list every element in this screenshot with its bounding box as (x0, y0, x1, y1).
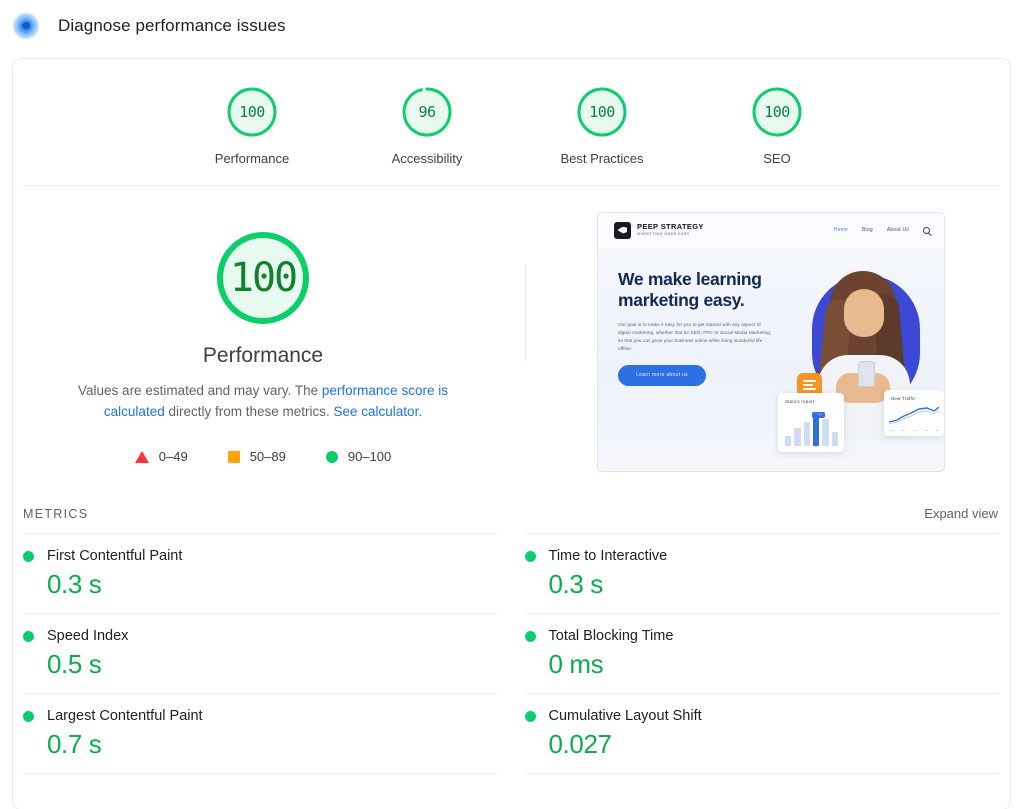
status-dot-good-icon (524, 710, 536, 722)
metric-value: 0.7 s (47, 729, 102, 759)
legend-label-good: 90–100 (347, 449, 392, 465)
gauge-label-performance: Performance (214, 151, 290, 166)
gauge-ring-seo: 100 (749, 84, 805, 140)
performance-score-value: 100 (229, 255, 298, 301)
pagespeed-insights-icon (13, 13, 39, 39)
category-gauge-best-practices[interactable]: 100 Best Practices (546, 84, 658, 166)
status-dot-good-icon (23, 550, 34, 562)
legend-label-average: 50–89 (249, 449, 286, 465)
metric-row-first-contentful-paint[interactable]: First Contentful Paint 0.3 s (23, 533, 497, 613)
performance-summary-left: 100 Performance Values are estimated and… (13, 212, 513, 472)
report-card: 100 Performance 96 Accessibility 100 Bes… (12, 58, 1011, 809)
thumbnail-body-line4: offline. (618, 345, 633, 351)
metrics-grid: First Contentful Paint 0.3 s Speed Index… (13, 533, 1010, 774)
metric-value: 0.5 s (47, 649, 102, 679)
thumbnail-body-line2: digital marketing, whether that be SEO, … (618, 329, 772, 335)
thumbnail-brand-tagline: MARKETING MADE EASY (637, 231, 690, 236)
thumbnail-nav-blog: Blog (862, 227, 873, 233)
page-screenshot-thumbnail: PEEP STRATEGY MARKETING MADE EASY Home B… (597, 212, 945, 472)
category-score-strip: 100 Performance 96 Accessibility 100 Bes… (13, 59, 1010, 166)
score-legend: 0–49 50–89 90–100 (13, 449, 513, 464)
gauge-score-best-practices: 100 (589, 103, 615, 121)
thumbnail-hero: We make learning marketing easy. Our goa… (598, 247, 944, 471)
category-gauge-performance[interactable]: 100 Performance (196, 84, 308, 166)
thumbnail-brand: PEEP STRATEGY MARKETING MADE EASY (614, 221, 704, 239)
search-icon (923, 226, 930, 234)
metrics-column-right: Time to Interactive 0.3 s Total Blocking… (524, 533, 998, 774)
metric-name: Speed Index (47, 628, 129, 644)
thumbnail-brand-name: PEEP STRATEGY (637, 222, 704, 232)
thumbnail-body-line1: Our goal is to make it easy for you to g… (618, 321, 761, 327)
status-dot-good-icon (524, 630, 536, 642)
metric-row-cumulative-layout-shift[interactable]: Cumulative Layout Shift 0.027 (524, 693, 998, 774)
metric-name: Total Blocking Time (548, 628, 674, 644)
metric-value: 0.3 s (548, 569, 604, 599)
legend-item-poor: 0–49 (134, 449, 188, 465)
thumbnail-bar-chart-title: Statics report (785, 399, 815, 404)
thumbnail-nav: Home Blog About Us (833, 226, 930, 234)
gauge-score-seo: 100 (764, 103, 790, 121)
metric-name: Time to Interactive (548, 548, 668, 564)
metric-value: 0.3 s (47, 569, 102, 599)
metric-row-largest-contentful-paint[interactable]: Largest Contentful Paint 0.7 s (23, 693, 497, 774)
thumbnail-line-chart-title: New Traffic (891, 396, 916, 401)
gauge-label-best-practices: Best Practices (560, 151, 644, 166)
thumbnail-line-chart-svg (889, 406, 939, 425)
page-header: Diagnose performance issues (0, 0, 1024, 52)
metrics-header: METRICS Expand view (13, 472, 1010, 521)
performance-summary-right: PEEP STRATEGY MARKETING MADE EASY Home B… (513, 212, 1010, 472)
status-dot-good-icon (23, 630, 34, 642)
legend-item-average: 50–89 (227, 449, 286, 465)
gauge-score-accessibility: 96 (418, 103, 436, 121)
performance-score-label: Performance (202, 344, 324, 367)
metrics-section-title: METRICS (23, 507, 89, 521)
see-calculator-link[interactable]: See calculator. (334, 404, 423, 419)
square-icon (227, 450, 240, 463)
gauge-label-accessibility: Accessibility (391, 151, 463, 166)
brand-logo-icon (614, 221, 631, 239)
metric-name: Cumulative Layout Shift (548, 708, 702, 724)
thumbnail-nav-about: About Us (886, 227, 909, 233)
legend-item-good: 90–100 (325, 449, 392, 465)
thumbnail-line-chart-axis (890, 429, 939, 431)
metric-row-time-to-interactive[interactable]: Time to Interactive 0.3 s (524, 533, 998, 613)
performance-gauge-large: 100 (211, 226, 315, 330)
thumbnail-body-line3: so that you can grow your business onlin… (618, 337, 763, 343)
thumbnail-line-chart-card: New Traffic (884, 390, 944, 436)
performance-summary: 100 Performance Values are estimated and… (13, 186, 1010, 472)
expand-view-button[interactable]: Expand view (924, 506, 998, 521)
gauge-ring-accessibility: 96 (399, 84, 455, 140)
thumbnail-bar-chart-card: Statics report 130+ (778, 393, 844, 452)
gauge-score-performance: 100 (239, 103, 265, 121)
thumbnail-bar-chart-bars (785, 411, 838, 446)
status-dot-good-icon (524, 550, 536, 562)
gauge-ring-best-practices: 100 (574, 84, 630, 140)
legend-label-poor: 0–49 (158, 449, 188, 465)
triangle-icon (134, 450, 149, 463)
gauge-ring-performance: 100 (224, 84, 280, 140)
metric-value: 0 ms (548, 649, 604, 679)
category-gauge-seo[interactable]: 100 SEO (721, 84, 833, 166)
metrics-column-left: First Contentful Paint 0.3 s Speed Index… (23, 533, 497, 774)
note-text-2: directly from these metrics. (164, 403, 334, 419)
thumbnail-cta-button: Learn more about us (618, 364, 706, 386)
metric-value: 0.027 (548, 729, 612, 759)
category-gauge-accessibility[interactable]: 96 Accessibility (371, 84, 483, 166)
metric-row-total-blocking-time[interactable]: Total Blocking Time 0 ms (524, 613, 998, 693)
status-dot-good-icon (23, 710, 34, 722)
thumbnail-nav-home: Home (833, 227, 849, 233)
thumbnail-topbar: PEEP STRATEGY MARKETING MADE EASY Home B… (598, 213, 944, 247)
gauge-label-seo: SEO (763, 151, 791, 166)
metric-name: Largest Contentful Paint (47, 708, 203, 724)
thumbnail-body-copy: Our goal is to make it easy for you to g… (618, 321, 778, 353)
page-title: Diagnose performance issues (58, 16, 286, 35)
note-text-1: Values are estimated and may vary. The (78, 383, 322, 398)
summary-vertical-divider (525, 264, 526, 361)
metric-name: First Contentful Paint (47, 548, 183, 564)
circle-icon (325, 450, 338, 463)
performance-score-note: Values are estimated and may vary. The p… (53, 381, 473, 422)
metric-row-speed-index[interactable]: Speed Index 0.5 s (23, 613, 497, 693)
